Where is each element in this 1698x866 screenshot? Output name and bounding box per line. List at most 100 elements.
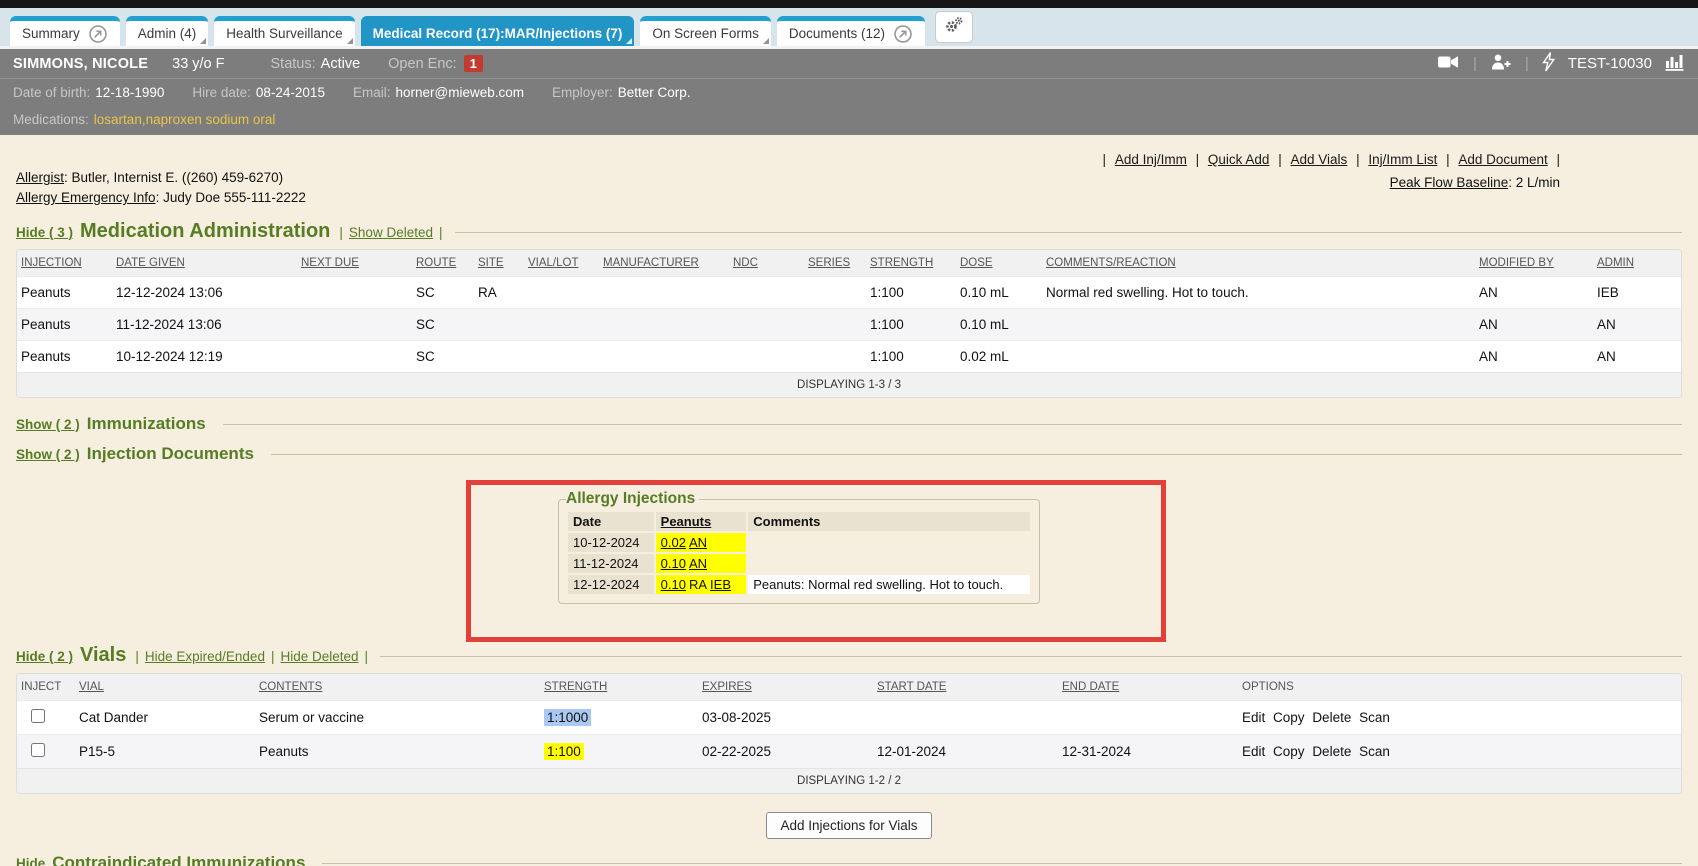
- column-injection[interactable]: INJECTION: [17, 250, 112, 277]
- hide-expired-ended-link[interactable]: Hide Expired/Ended: [145, 649, 265, 664]
- allergy-injections-panel: Allergy Injections Date Peanuts Comments…: [558, 490, 1040, 604]
- scan-link[interactable]: Scan: [1359, 710, 1390, 725]
- edit-link[interactable]: Edit: [1242, 744, 1265, 759]
- admin-by-link[interactable]: AN: [689, 556, 707, 571]
- hide-deleted-link[interactable]: Hide Deleted: [280, 649, 358, 664]
- table-row: Peanuts 10-12-2024 12:19 SC 1:100 0.02 m…: [17, 341, 1681, 373]
- copy-link[interactable]: Copy: [1273, 710, 1305, 725]
- contraindicated-hide-toggle[interactable]: Hide: [16, 856, 45, 866]
- cell-dose: 0.10 mL: [956, 277, 1042, 309]
- column-vial[interactable]: VIAL: [75, 674, 255, 701]
- column-admin[interactable]: ADMIN: [1593, 250, 1681, 277]
- injection-documents-show-toggle[interactable]: Show ( 2 ): [16, 447, 80, 462]
- column-series[interactable]: SERIES: [804, 250, 866, 277]
- add-inj-imm-link[interactable]: Add Inj/Imm: [1115, 152, 1187, 167]
- cell-strength: 1:100: [866, 341, 956, 373]
- table-row: Peanuts 11-12-2024 13:06 SC 1:100 0.10 m…: [17, 309, 1681, 341]
- column-site[interactable]: SITE: [474, 250, 524, 277]
- tab-bar: Summary Admin (4) Health Surveillance Me…: [0, 8, 1698, 46]
- column-date: Date: [568, 512, 654, 531]
- admin-by-link[interactable]: AN: [689, 535, 707, 550]
- tab-summary[interactable]: Summary: [10, 16, 120, 46]
- scan-link[interactable]: Scan: [1359, 744, 1390, 759]
- tab-health-surveillance[interactable]: Health Surveillance: [214, 16, 354, 46]
- column-options: OPTIONS: [1238, 674, 1681, 701]
- open-enc-badge[interactable]: 1: [464, 55, 483, 72]
- settings-button[interactable]: [935, 11, 973, 43]
- peak-flow-link[interactable]: Peak Flow Baseline: [1390, 175, 1509, 190]
- cell-start-date: [873, 701, 1058, 735]
- dob-value: 12-18-1990: [95, 85, 164, 100]
- cell-route: SC: [412, 341, 474, 373]
- cell-modified-by: AN: [1475, 277, 1593, 309]
- flowsheet-chart-icon[interactable]: [1665, 53, 1685, 75]
- tab-documents[interactable]: Documents (12): [777, 16, 925, 46]
- cell-date-given: 10-12-2024 12:19: [112, 341, 297, 373]
- med-admin-title: Medication Administration: [80, 220, 330, 243]
- add-injections-for-vials-button[interactable]: Add Injections for Vials: [766, 812, 931, 839]
- delete-link[interactable]: Delete: [1312, 744, 1351, 759]
- medication-administration-table-wrap: INJECTION DATE GIVEN NEXT DUE ROUTE SITE…: [16, 249, 1682, 398]
- gears-icon: [944, 16, 964, 39]
- allergy-contacts: Allergist: Butler, Internist E. ((260) 4…: [16, 168, 306, 208]
- column-next-due[interactable]: NEXT DUE: [297, 250, 412, 277]
- cell-admin: AN: [1593, 341, 1681, 373]
- cell-options: Edit Copy Delete Scan: [1238, 735, 1681, 769]
- med-admin-hide-toggle[interactable]: Hide ( 3 ): [16, 225, 73, 240]
- email: Email: horner@mieweb.com: [353, 85, 524, 100]
- copy-link[interactable]: Copy: [1273, 744, 1305, 759]
- column-end-date[interactable]: END DATE: [1058, 674, 1238, 701]
- add-document-link[interactable]: Add Document: [1458, 152, 1547, 167]
- column-date-given[interactable]: DATE GIVEN: [112, 250, 297, 277]
- column-manufacturer[interactable]: MANUFACTURER: [599, 250, 729, 277]
- inj-imm-list-link[interactable]: Inj/Imm List: [1368, 152, 1437, 167]
- vials-hide-toggle[interactable]: Hide ( 2 ): [16, 649, 73, 664]
- tab-on-screen-forms[interactable]: On Screen Forms: [640, 16, 771, 46]
- cell-expires: 03-08-2025: [698, 701, 873, 735]
- column-strength[interactable]: STRENGTH: [866, 250, 956, 277]
- column-dose[interactable]: DOSE: [956, 250, 1042, 277]
- tab-admin[interactable]: Admin (4): [126, 16, 209, 46]
- column-modified-by[interactable]: MODIFIED BY: [1475, 250, 1593, 277]
- tab-summary-label: Summary: [22, 26, 80, 41]
- allergy-emergency-link[interactable]: Allergy Emergency Info: [16, 190, 156, 205]
- popout-icon[interactable]: [89, 24, 108, 43]
- immunizations-show-toggle[interactable]: Show ( 2 ): [16, 417, 80, 432]
- video-camera-icon[interactable]: [1437, 53, 1460, 75]
- separator: :: [156, 190, 164, 205]
- cell-route: SC: [412, 277, 474, 309]
- dose-link[interactable]: 0.10: [661, 577, 686, 592]
- column-comments-reaction[interactable]: COMMENTS/REACTION: [1042, 250, 1475, 277]
- column-vial-lot[interactable]: VIAL/LOT: [524, 250, 599, 277]
- dose-link[interactable]: 0.10: [661, 556, 686, 571]
- medication-link[interactable]: naproxen sodium oral: [146, 112, 276, 127]
- medication-administration-header: Hide ( 3 ) Medication Administration | S…: [16, 220, 1682, 243]
- add-vials-link[interactable]: Add Vials: [1291, 152, 1348, 167]
- dose-link[interactable]: 0.02: [661, 535, 686, 550]
- show-deleted-link[interactable]: Show Deleted: [349, 225, 433, 240]
- cell-modified-by: AN: [1475, 341, 1593, 373]
- column-expires[interactable]: EXPIRES: [698, 674, 873, 701]
- column-route[interactable]: ROUTE: [412, 250, 474, 277]
- tab-fold-icon: [347, 38, 353, 44]
- inject-checkbox[interactable]: [31, 709, 45, 723]
- column-contents[interactable]: CONTENTS: [255, 674, 540, 701]
- column-ndc[interactable]: NDC: [729, 250, 804, 277]
- add-person-icon[interactable]: [1490, 53, 1512, 75]
- lightning-bolt-icon[interactable]: [1542, 52, 1555, 76]
- site-value: RA: [689, 577, 707, 592]
- column-strength[interactable]: STRENGTH: [540, 674, 698, 701]
- admin-by-link[interactable]: IEB: [710, 577, 731, 592]
- cell-dose: 0.10 mL: [956, 309, 1042, 341]
- popout-icon[interactable]: [894, 24, 913, 43]
- employer-value: Better Corp.: [618, 85, 691, 100]
- edit-link[interactable]: Edit: [1242, 710, 1265, 725]
- tab-medical-record[interactable]: Medical Record (17):MAR/Injections (7): [361, 16, 635, 46]
- peanuts-column-link[interactable]: Peanuts: [661, 514, 712, 529]
- quick-add-link[interactable]: Quick Add: [1208, 152, 1270, 167]
- inject-checkbox[interactable]: [31, 743, 45, 757]
- delete-link[interactable]: Delete: [1312, 710, 1351, 725]
- allergist-link[interactable]: Allergist: [16, 170, 64, 185]
- medication-link[interactable]: losartan: [94, 112, 142, 127]
- column-start-date[interactable]: START DATE: [873, 674, 1058, 701]
